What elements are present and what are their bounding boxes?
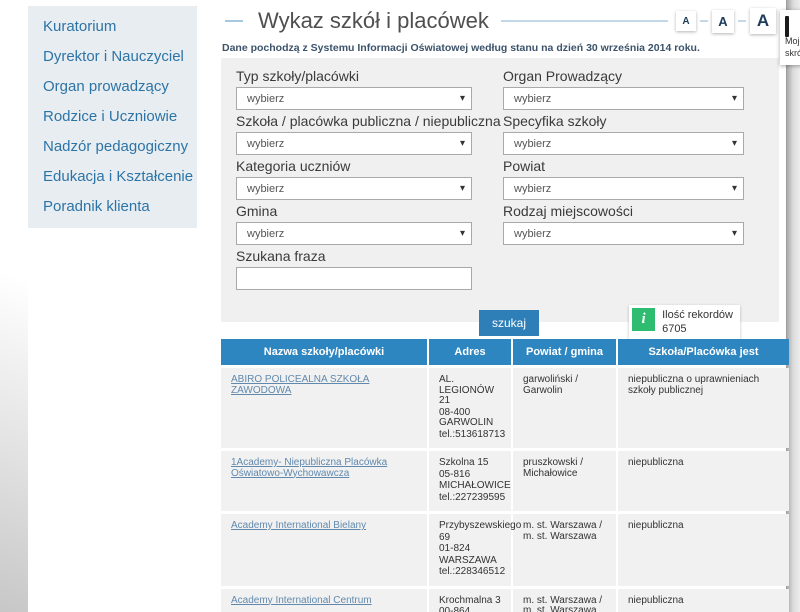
field-label: Szkoła / placówka publiczna / niepublicz… xyxy=(236,113,472,129)
shortcuts-icon xyxy=(785,16,789,37)
powiat-select[interactable]: wybierz xyxy=(503,177,744,200)
field-powiat: Powiat wybierz xyxy=(503,158,744,200)
table-row: ABIRO POLICEALNA SZKOŁA ZAWODOWA AL. LEG… xyxy=(221,368,789,448)
field-gmina: Gmina wybierz xyxy=(236,203,472,245)
title-dash-decoration xyxy=(225,20,243,22)
field-label: Typ szkoły/placówki xyxy=(236,68,472,84)
school-status-cell: niepubliczna xyxy=(618,589,789,612)
search-phrase-input[interactable] xyxy=(236,267,472,290)
font-size-large-button[interactable]: A xyxy=(750,8,776,34)
select-wrapper: wybierz xyxy=(503,89,744,106)
sidebar-item-edukacja-i-ksztalcenie[interactable]: Edukacja i Kształcenie xyxy=(28,162,197,192)
field-label: Gmina xyxy=(236,203,472,219)
main-content: Wykaz szkół i placówek A A A Moje skróty… xyxy=(197,0,786,612)
field-rodzaj-miejscowosci: Rodzaj miejscowości wybierz xyxy=(503,203,744,245)
table-row: 1Academy- Niepubliczna Placówka Oświatow… xyxy=(221,451,789,511)
column-header-nazwa: Nazwa szkoły/placówki xyxy=(221,339,427,365)
records-count: 6705 xyxy=(662,323,686,335)
schools-table: Nazwa szkoły/placówki Adres Powiat / gmi… xyxy=(219,336,791,612)
select-wrapper: wybierz xyxy=(503,134,744,151)
info-icon: i xyxy=(632,308,655,331)
select-wrapper: wybierz xyxy=(236,89,472,106)
field-kategoria-uczniow: Kategoria uczniów wybierz xyxy=(236,158,472,200)
sidebar-item-rodzice-i-uczniowie[interactable]: Rodzice i Uczniowie xyxy=(28,102,197,132)
school-address-cell: AL. LEGIONÓW 21 08-400 GARWOLIN tel.:513… xyxy=(429,368,511,448)
field-label: Specyfika szkoły xyxy=(503,113,744,129)
sidebar: Kuratorium Dyrektor i Nauczyciel Organ p… xyxy=(28,6,197,228)
column-header-adres: Adres xyxy=(429,339,511,365)
school-address-cell: Krochmalna 3 00-864 WARSZAWA tel.:226540… xyxy=(429,589,511,612)
field-label: Szukana fraza xyxy=(236,248,472,264)
field-label: Rodzaj miejscowości xyxy=(503,203,744,219)
page-left-shadow xyxy=(0,0,28,612)
school-district-cell: garwoliński / Garwolin xyxy=(513,368,616,448)
rodzaj-miejscowosci-select[interactable]: wybierz xyxy=(503,222,744,245)
search-button[interactable]: szukaj xyxy=(479,310,539,336)
school-name-cell: Academy International Bielany xyxy=(221,514,427,586)
school-status-cell: niepubliczna xyxy=(618,451,789,511)
field-typ-szkoly: Typ szkoły/placówki wybierz xyxy=(236,68,472,110)
data-source-note: Dane pochodzą z Systemu Informacji Oświa… xyxy=(222,42,700,54)
select-wrapper: wybierz xyxy=(236,179,472,196)
school-district-cell: pruszkowski / Michałowice xyxy=(513,451,616,511)
sidebar-item-poradnik-klienta[interactable]: Poradnik klienta xyxy=(28,192,197,222)
column-header-status: Szkoła/Placówka jest xyxy=(618,339,789,365)
field-organ-prowadzacy: Organ Prowadzący wybierz xyxy=(503,68,744,110)
title-divider-line xyxy=(501,20,668,22)
school-link[interactable]: 1Academy- Niepubliczna Placówka Oświatow… xyxy=(231,457,387,479)
select-wrapper: wybierz xyxy=(236,224,472,241)
select-wrapper: wybierz xyxy=(503,224,744,241)
table-header-row: Nazwa szkoły/placówki Adres Powiat / gmi… xyxy=(221,339,789,365)
field-label: Organ Prowadzący xyxy=(503,68,744,84)
school-status-cell: niepubliczna xyxy=(618,514,789,586)
field-szukana-fraza: Szukana fraza xyxy=(236,248,472,290)
field-publiczna-niepubliczna: Szkoła / placówka publiczna / niepublicz… xyxy=(236,113,472,155)
school-name-cell: Academy International Centrum xyxy=(221,589,427,612)
school-address-cell: Szkolna 15 05-816 MICHAŁOWICE tel.:22723… xyxy=(429,451,511,511)
divider-segment xyxy=(700,20,708,22)
school-link[interactable]: Academy International Bielany xyxy=(231,520,366,531)
page: Kuratorium Dyrektor i Nauczyciel Organ p… xyxy=(0,0,800,612)
table-row: Academy International Centrum Krochmalna… xyxy=(221,589,789,612)
field-label: Powiat xyxy=(503,158,744,174)
records-count-text: Ilość rekordów 6705 xyxy=(662,308,737,337)
page-title: Wykaz szkół i placówek xyxy=(258,8,489,34)
sidebar-item-kuratorium[interactable]: Kuratorium xyxy=(28,12,197,42)
school-district-cell: m. st. Warszawa / m. st. Warszawa xyxy=(513,589,616,612)
typ-szkoly-select[interactable]: wybierz xyxy=(236,87,472,110)
font-size-small-button[interactable]: A xyxy=(676,11,696,31)
field-specyfika-szkoly: Specyfika szkoły wybierz xyxy=(503,113,744,155)
title-row: Wykaz szkół i placówek A A A xyxy=(225,8,776,34)
column-header-powiat-gmina: Powiat / gmina xyxy=(513,339,616,365)
gmina-select[interactable]: wybierz xyxy=(236,222,472,245)
shortcuts-label: Moje skróty xyxy=(785,36,800,59)
school-status-cell: niepubliczna o uprawnieniach szkoły publ… xyxy=(618,368,789,448)
field-label: Kategoria uczniów xyxy=(236,158,472,174)
divider-segment xyxy=(738,20,746,22)
school-link[interactable]: ABIRO POLICEALNA SZKOŁA ZAWODOWA xyxy=(231,374,369,396)
filter-panel: Typ szkoły/placówki wybierz Szkoła / pla… xyxy=(221,58,779,322)
specyfika-szkoly-select[interactable]: wybierz xyxy=(503,132,744,155)
organ-prowadzacy-select[interactable]: wybierz xyxy=(503,87,744,110)
font-size-medium-button[interactable]: A xyxy=(712,10,734,33)
sidebar-item-nadzor-pedagogiczny[interactable]: Nadzór pedagogiczny xyxy=(28,132,197,162)
records-count-box: i Ilość rekordów 6705 xyxy=(629,305,740,340)
publiczna-niepubliczna-select[interactable]: wybierz xyxy=(236,132,472,155)
table-row: Academy International Bielany Przybyszew… xyxy=(221,514,789,586)
school-name-cell: ABIRO POLICEALNA SZKOŁA ZAWODOWA xyxy=(221,368,427,448)
select-wrapper: wybierz xyxy=(236,134,472,151)
school-link[interactable]: Academy International Centrum xyxy=(231,595,372,606)
records-label: Ilość rekordów xyxy=(662,309,733,321)
sidebar-item-dyrektor-i-nauczyciel[interactable]: Dyrektor i Nauczyciel xyxy=(28,42,197,72)
school-name-cell: 1Academy- Niepubliczna Placówka Oświatow… xyxy=(221,451,427,511)
school-district-cell: m. st. Warszawa / m. st. Warszawa xyxy=(513,514,616,586)
sidebar-item-organ-prowadzacy[interactable]: Organ prowadzący xyxy=(28,72,197,102)
select-wrapper: wybierz xyxy=(503,179,744,196)
shortcuts-button[interactable]: Moje skróty xyxy=(780,10,800,65)
kategoria-uczniow-select[interactable]: wybierz xyxy=(236,177,472,200)
school-address-cell: Przybyszewskiego 69 01-824 WARSZAWA tel.… xyxy=(429,514,511,586)
